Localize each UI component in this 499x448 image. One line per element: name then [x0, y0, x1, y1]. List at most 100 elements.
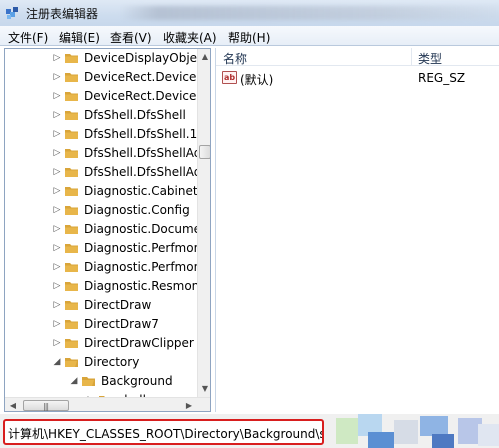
collapsed-arrow-icon[interactable]: ▷: [52, 242, 62, 254]
collapsed-arrow-icon[interactable]: ▷: [52, 52, 62, 64]
folder-icon: [65, 320, 78, 329]
tree-item-label: DfsShell.DfsShell: [84, 108, 186, 122]
tree-item[interactable]: ▷ Diagnostic.Config: [5, 201, 195, 220]
tree-item-label: Diagnostic.Config: [84, 203, 190, 217]
tree-horizontal-scroll-thumb[interactable]: |||: [23, 400, 69, 411]
collapsed-arrow-icon[interactable]: ▷: [52, 223, 62, 235]
scroll-down-icon[interactable]: ▼: [198, 381, 210, 397]
expanded-arrow-icon[interactable]: ◢: [52, 356, 62, 368]
tree-item[interactable]: ▷ DeviceRect.DeviceRe: [5, 68, 210, 87]
value-type: REG_SZ: [418, 71, 466, 85]
registry-app-icon: [6, 7, 18, 19]
folder-icon: [65, 111, 78, 120]
column-header-type[interactable]: 类型: [412, 48, 499, 66]
status-bar: 计算机\HKEY_CLASSES_ROOT\Directory\Backgrou…: [0, 414, 499, 448]
collapsed-arrow-icon[interactable]: ▷: [52, 204, 62, 216]
collapsed-arrow-icon[interactable]: ▷: [52, 90, 62, 102]
blurred-decoration: [328, 414, 499, 448]
tree-item[interactable]: ▷ DfsShell.DfsShell.1: [5, 125, 198, 144]
tree-item-label: DirectDraw: [84, 298, 152, 312]
tree-item-label: DfsShell.DfsShellAdr: [84, 165, 207, 179]
column-header-name[interactable]: 名称: [216, 48, 412, 66]
folder-icon: [65, 263, 78, 272]
scroll-grip-icon: |||: [43, 402, 49, 411]
folder-icon: [65, 149, 78, 158]
value-list-pane[interactable]: 名称 类型 ab (默认) REG_SZ: [215, 48, 499, 412]
collapsed-arrow-icon[interactable]: ▷: [52, 147, 62, 159]
tree-item[interactable]: ▷ Diagnostic.Documer: [5, 220, 206, 239]
menu-edit[interactable]: 编辑(E): [59, 29, 100, 46]
current-key-path: 计算机\HKEY_CLASSES_ROOT\Directory\Backgrou…: [8, 427, 324, 441]
menu-favorites[interactable]: 收藏夹(A): [163, 29, 217, 46]
tree-item[interactable]: ▷ Diagnostic.Resmon.: [5, 277, 204, 296]
folder-icon: [65, 244, 78, 253]
tree-item[interactable]: ▷ Diagnostic.Perfmon.: [5, 239, 205, 258]
collapsed-arrow-icon[interactable]: ▷: [52, 318, 62, 330]
folder-icon: [65, 130, 78, 139]
tree-item[interactable]: ▷ Diagnostic.Cabinet: [5, 182, 198, 201]
blur-square: [368, 432, 394, 448]
tree-item-label: Diagnostic.Cabinet: [84, 184, 198, 198]
collapsed-arrow-icon[interactable]: ▷: [52, 280, 62, 292]
string-value-icon: ab: [222, 71, 237, 84]
tree-item-label: DeviceDisplayObject: [84, 51, 209, 65]
tree-item-label: DfsShell.DfsShellAdr: [84, 146, 207, 160]
tree-item-label: DeviceRect.DeviceRe: [84, 89, 211, 103]
tree-item[interactable]: ▷ DfsShell.DfsShellAdr: [5, 163, 207, 182]
tree-item[interactable]: ▷ DeviceRect.DeviceRe: [5, 87, 210, 106]
folder-icon: [65, 206, 78, 215]
collapsed-arrow-icon[interactable]: ▷: [52, 299, 62, 311]
value-row-default[interactable]: ab (默认) REG_SZ: [216, 69, 499, 87]
blur-square: [336, 418, 358, 444]
tree-item-label: Diagnostic.Resmon.: [84, 279, 204, 293]
collapsed-arrow-icon[interactable]: ▷: [52, 71, 62, 83]
folder-icon: [65, 282, 78, 291]
tree-horizontal-scrollbar[interactable]: ◀ ||| ▶: [5, 397, 210, 411]
collapsed-arrow-icon[interactable]: ▷: [52, 128, 62, 140]
folder-icon: [65, 73, 78, 82]
tree-item[interactable]: ▷ DeviceDisplayObject: [5, 49, 209, 68]
collapsed-arrow-icon[interactable]: ▷: [52, 185, 62, 197]
tree-item-label: Diagnostic.Perfmon.: [84, 260, 205, 274]
key-tree-pane[interactable]: ▷ DeviceDisplayObject ▷ DeviceRect.DeviceRe…: [4, 48, 211, 412]
tree-item-label: DfsShell.DfsShell.1: [84, 127, 198, 141]
scroll-right-icon[interactable]: ▶: [181, 398, 197, 411]
expanded-arrow-icon[interactable]: ◢: [69, 375, 79, 387]
tree-item-label: Diagnostic.Documer: [84, 222, 206, 236]
blur-square: [432, 434, 454, 448]
tree-vertical-scrollbar[interactable]: ▲ ▼: [197, 49, 210, 397]
collapsed-arrow-icon[interactable]: ▷: [52, 166, 62, 178]
tree-vertical-scroll-thumb[interactable]: [199, 145, 210, 159]
tree-item-label: Directory: [84, 355, 140, 369]
scroll-left-icon[interactable]: ◀: [5, 398, 21, 411]
collapsed-arrow-icon[interactable]: ▷: [52, 337, 62, 349]
menu-bar: 文件(F) 编辑(E) 查看(V) 收藏夹(A) 帮助(H): [0, 26, 499, 46]
blur-square: [394, 420, 418, 444]
folder-icon: [65, 54, 78, 63]
folder-icon: [65, 301, 78, 310]
tree-item[interactable]: ▷ Diagnostic.Perfmon.: [5, 258, 205, 277]
tree-item[interactable]: ▷ DfsShell.DfsShellAdr: [5, 144, 207, 163]
tree-item-label: DirectDraw7: [84, 317, 159, 331]
collapsed-arrow-icon[interactable]: ▷: [52, 109, 62, 121]
title-bar: 注册表编辑器: [0, 0, 499, 26]
menu-help[interactable]: 帮助(H): [228, 29, 270, 46]
tree-item[interactable]: ◢ Background: [5, 372, 195, 391]
tree-item[interactable]: ▷ DfsShell.DfsShell: [5, 106, 195, 125]
scroll-up-icon[interactable]: ▲: [198, 49, 210, 65]
folder-icon: [65, 225, 78, 234]
tree-item[interactable]: ▷ DirectDraw: [5, 296, 195, 315]
menu-view[interactable]: 查看(V): [110, 29, 152, 46]
collapsed-arrow-icon[interactable]: ▷: [52, 261, 62, 273]
tree-item-label: DirectDrawClipper: [84, 336, 194, 350]
tree-item[interactable]: ▷ DirectDraw7: [5, 315, 195, 334]
tree-item[interactable]: ▷ DirectDrawClipper: [5, 334, 195, 353]
blur-square: [478, 424, 499, 446]
title-blurred-region: [120, 6, 499, 20]
path-highlight-box: 计算机\HKEY_CLASSES_ROOT\Directory\Backgrou…: [3, 419, 324, 445]
blur-square: [420, 416, 448, 436]
tree-item[interactable]: ◢ Directory: [5, 353, 195, 372]
menu-file[interactable]: 文件(F): [8, 29, 48, 46]
value-name: (默认): [240, 73, 274, 87]
folder-icon: [65, 168, 78, 177]
